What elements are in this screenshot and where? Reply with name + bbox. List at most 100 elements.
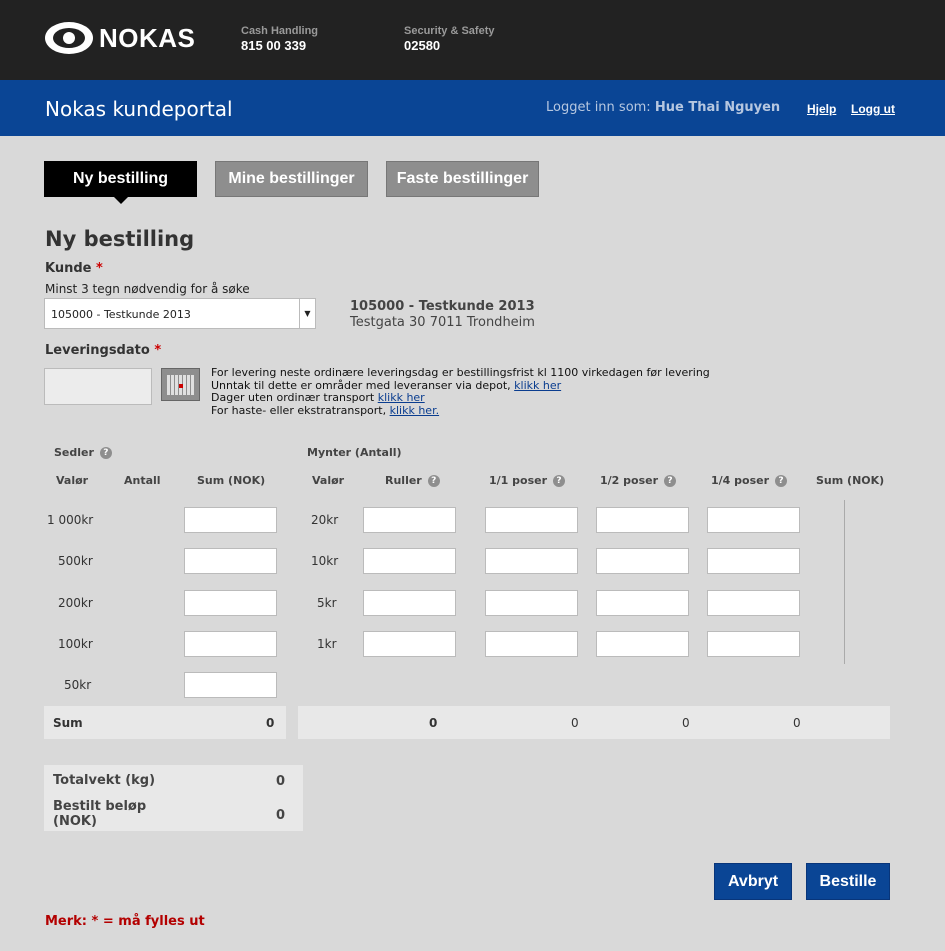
help-icon[interactable]: ? — [775, 475, 788, 487]
portal-bar: Nokas kundeportal Logget inn som: Hue Th… — [0, 80, 945, 136]
note-row-label: 100kr — [58, 637, 93, 651]
help-icon[interactable]: ? — [553, 475, 566, 487]
customer-select-value: 105000 - Testkunde 2013 — [51, 308, 191, 321]
logged-in-info: Logget inn som: Hue Thai Nguyen — [546, 100, 780, 115]
cash-handling-contact: Cash Handling 815 00 339 — [241, 25, 318, 53]
notes-col-sum: Sum (NOK) — [197, 474, 266, 487]
coin-sum-divider — [844, 500, 845, 664]
delivery-date-input[interactable] — [44, 368, 152, 405]
coin-row-label: 1kr — [317, 637, 337, 651]
tab-fixed-orders[interactable]: Faste bestillinger — [386, 161, 539, 197]
ordered-amount-label: Bestilt beløp — [53, 799, 147, 814]
note-sum-input[interactable] — [184, 548, 277, 574]
help-icon[interactable]: ? — [664, 475, 677, 487]
portal-title: Nokas kundeportal — [45, 97, 233, 121]
express-transport-link[interactable]: klikk her. — [390, 404, 439, 417]
note-row-label: 1 000kr — [47, 513, 94, 527]
coin-half-bag-input[interactable] — [596, 590, 689, 616]
coins-sum-rolls: 0 — [429, 716, 438, 730]
customer-label-text: Kunde — [45, 261, 92, 276]
logout-link[interactable]: Logg ut — [851, 102, 895, 116]
coins-col-full-text: 1/1 poser — [489, 474, 548, 487]
note-sum-input[interactable] — [184, 507, 277, 533]
customer-name: 105000 - Testkunde 2013 — [350, 299, 535, 314]
notes-col-value: Valør — [56, 474, 89, 487]
ordered-amount-value: 0 — [275, 808, 285, 823]
cancel-button[interactable]: Avbryt — [714, 863, 792, 900]
calendar-selected-day — [179, 384, 183, 388]
tab-my-orders[interactable]: Mine bestillinger — [215, 161, 368, 197]
note-row-label: 200kr — [58, 596, 93, 610]
coins-sum-quarter: 0 — [793, 716, 801, 730]
coin-full-bag-input[interactable] — [485, 631, 578, 657]
coin-half-bag-input[interactable] — [596, 631, 689, 657]
no-transport-days-link[interactable]: klikk her — [378, 391, 425, 404]
coin-full-bag-input[interactable] — [485, 548, 578, 574]
customer-hint: Minst 3 tegn nødvendig for å søke — [45, 282, 250, 296]
info-line-4-text: For haste- eller ekstratransport, — [211, 403, 390, 417]
help-icon[interactable]: ? — [99, 447, 112, 459]
coins-section-header: Mynter (Antall) — [307, 446, 402, 459]
customer-label: Kunde * — [45, 261, 103, 276]
coins-col-rolls: Ruller? — [385, 474, 440, 487]
coins-col-rolls-text: Ruller — [385, 474, 422, 487]
coins-col-quarter-text: 1/4 poser — [711, 474, 770, 487]
coin-full-bag-input[interactable] — [485, 507, 578, 533]
coin-half-bag-input[interactable] — [596, 548, 689, 574]
coins-sum-full: 0 — [571, 716, 579, 730]
totals-box: Totalvekt (kg) 0 Bestilt beløp (NOK) 0 — [44, 765, 303, 831]
coin-row-label: 10kr — [311, 554, 339, 568]
chevron-down-icon[interactable]: ▼ — [299, 299, 315, 328]
note-row-label: 50kr — [64, 678, 92, 692]
depot-link[interactable]: klikk her — [514, 379, 561, 392]
coin-rolls-input[interactable] — [363, 590, 456, 616]
info-line-3-text: Dager uten ordinær transport — [211, 391, 378, 405]
delivery-date-label: Leveringsdato * — [45, 343, 161, 358]
coins-col-full-bags: 1/1 poser? — [489, 474, 566, 487]
coin-quarter-bag-input[interactable] — [707, 507, 800, 533]
delivery-date-label-text: Leveringsdato — [45, 343, 150, 358]
logo-text: NOKAS — [99, 22, 196, 53]
note-sum-input[interactable] — [184, 631, 277, 657]
coin-row-label: 5kr — [317, 596, 337, 610]
customer-address: Testgata 30 7011 Trondheim — [350, 315, 535, 330]
coins-col-half-text: 1/2 poser — [600, 474, 659, 487]
nokas-logo[interactable]: NOKAS — [45, 22, 195, 54]
coins-col-sum: Sum (NOK) — [816, 474, 885, 487]
customer-select[interactable]: 105000 - Testkunde 2013 ▼ — [44, 298, 316, 329]
coin-full-bag-input[interactable] — [485, 590, 578, 616]
coin-quarter-bag-input[interactable] — [707, 548, 800, 574]
help-link[interactable]: Hjelp — [807, 102, 836, 116]
coins-col-quarter-bags: 1/4 poser? — [711, 474, 788, 487]
top-bar: NOKAS Cash Handling 815 00 339 Security … — [0, 0, 945, 80]
calendar-button[interactable] — [161, 368, 200, 401]
info-line-4: For haste- eller ekstratransport, klikk … — [211, 403, 710, 418]
help-icon[interactable]: ? — [427, 475, 440, 487]
user-name: Hue Thai Nguyen — [654, 100, 781, 115]
notes-col-count: Antall — [124, 474, 161, 487]
note-row-label: 500kr — [58, 554, 93, 568]
coin-quarter-bag-input[interactable] — [707, 590, 800, 616]
coins-sum-bar: 0 0 0 0 — [298, 706, 890, 739]
logged-in-prefix: Logget inn som: — [546, 100, 651, 115]
order-button[interactable]: Bestille — [806, 863, 890, 900]
note-sum-input[interactable] — [184, 672, 277, 698]
coin-rolls-input[interactable] — [363, 631, 456, 657]
cash-handling-phone: 815 00 339 — [241, 38, 307, 53]
tab-new-order[interactable]: Ny bestilling — [44, 161, 197, 204]
coins-col-value: Valør — [312, 474, 345, 487]
nokas-logo-icon — [45, 22, 93, 54]
coin-rolls-input[interactable] — [363, 548, 456, 574]
coin-half-bag-input[interactable] — [596, 507, 689, 533]
notes-sum-label: Sum — [53, 716, 83, 730]
notes-section-header: Sedler? — [54, 446, 112, 459]
notes-section-title: Sedler — [54, 446, 94, 459]
info-line-2-text: Unntak til dette er områder med leverans… — [211, 378, 515, 392]
security-label: Security & Safety — [404, 25, 495, 37]
ordered-amount-unit: (NOK) — [53, 814, 97, 829]
note-sum-input[interactable] — [184, 590, 277, 616]
security-contact: Security & Safety 02580 — [404, 25, 494, 53]
coin-quarter-bag-input[interactable] — [707, 631, 800, 657]
required-mark: * — [154, 343, 162, 358]
coin-rolls-input[interactable] — [363, 507, 456, 533]
